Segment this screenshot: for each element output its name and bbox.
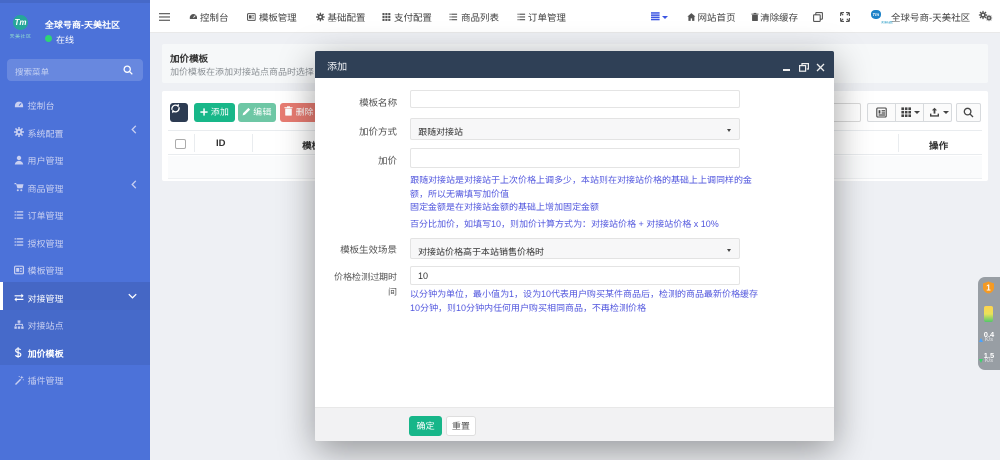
svg-text:1: 1 (986, 284, 991, 293)
